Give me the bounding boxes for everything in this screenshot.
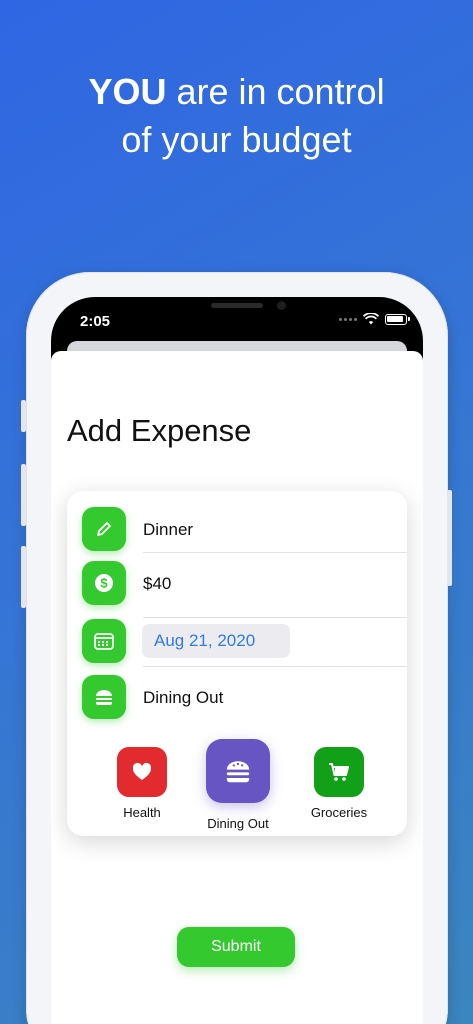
power-button bbox=[447, 490, 452, 586]
category-health-label: Health bbox=[123, 805, 161, 820]
cart-icon bbox=[329, 763, 349, 781]
category-health-button[interactable] bbox=[117, 747, 167, 797]
phone-screen: 2:05 Add Expense Dinner $ $40 Aug 21, 20… bbox=[51, 297, 423, 1024]
calendar-icon bbox=[82, 619, 126, 663]
category-groceries-label: Groceries bbox=[310, 805, 368, 820]
promo-headline: YOU are in control of your budget bbox=[0, 68, 473, 164]
page-title: Add Expense bbox=[67, 413, 252, 448]
category-groceries-button[interactable] bbox=[314, 747, 364, 797]
burger-icon bbox=[82, 675, 126, 719]
signal-icon bbox=[339, 317, 357, 321]
speaker bbox=[211, 303, 263, 308]
front-camera bbox=[277, 301, 286, 310]
status-icons bbox=[339, 313, 410, 325]
divider bbox=[143, 552, 407, 553]
burger-icon bbox=[226, 761, 250, 783]
svg-text:$: $ bbox=[100, 576, 108, 591]
mute-switch bbox=[21, 400, 26, 432]
wifi-icon bbox=[363, 313, 379, 325]
notch bbox=[135, 297, 341, 327]
headline-line-1: YOU are in control bbox=[0, 68, 473, 116]
battery-icon bbox=[385, 313, 410, 325]
divider bbox=[143, 617, 407, 618]
date-picker[interactable]: Aug 21, 2020 bbox=[142, 624, 290, 658]
pencil-icon bbox=[82, 507, 126, 551]
category-dining-out-label: Dining Out bbox=[207, 816, 269, 831]
volume-down-button bbox=[21, 546, 26, 608]
divider bbox=[143, 666, 407, 667]
headline-line-2: of your budget bbox=[121, 119, 352, 160]
submit-button[interactable]: Submit bbox=[177, 927, 295, 967]
expense-form-card: Dinner $ $40 Aug 21, 2020 Dining Out Hea… bbox=[67, 491, 407, 836]
dollar-icon: $ bbox=[82, 561, 126, 605]
heart-icon bbox=[132, 762, 152, 780]
volume-up-button bbox=[21, 464, 26, 526]
expense-amount-field[interactable]: $40 bbox=[143, 574, 171, 594]
expense-category-field[interactable]: Dining Out bbox=[143, 688, 223, 708]
expense-name-field[interactable]: Dinner bbox=[143, 520, 193, 540]
category-dining-out-button[interactable] bbox=[206, 739, 270, 803]
headline-emphasis: YOU bbox=[88, 71, 167, 112]
status-time: 2:05 bbox=[80, 313, 111, 330]
add-expense-sheet: Add Expense Dinner $ $40 Aug 21, 2020 Di… bbox=[51, 351, 423, 1024]
headline-rest: are in control bbox=[166, 71, 385, 112]
